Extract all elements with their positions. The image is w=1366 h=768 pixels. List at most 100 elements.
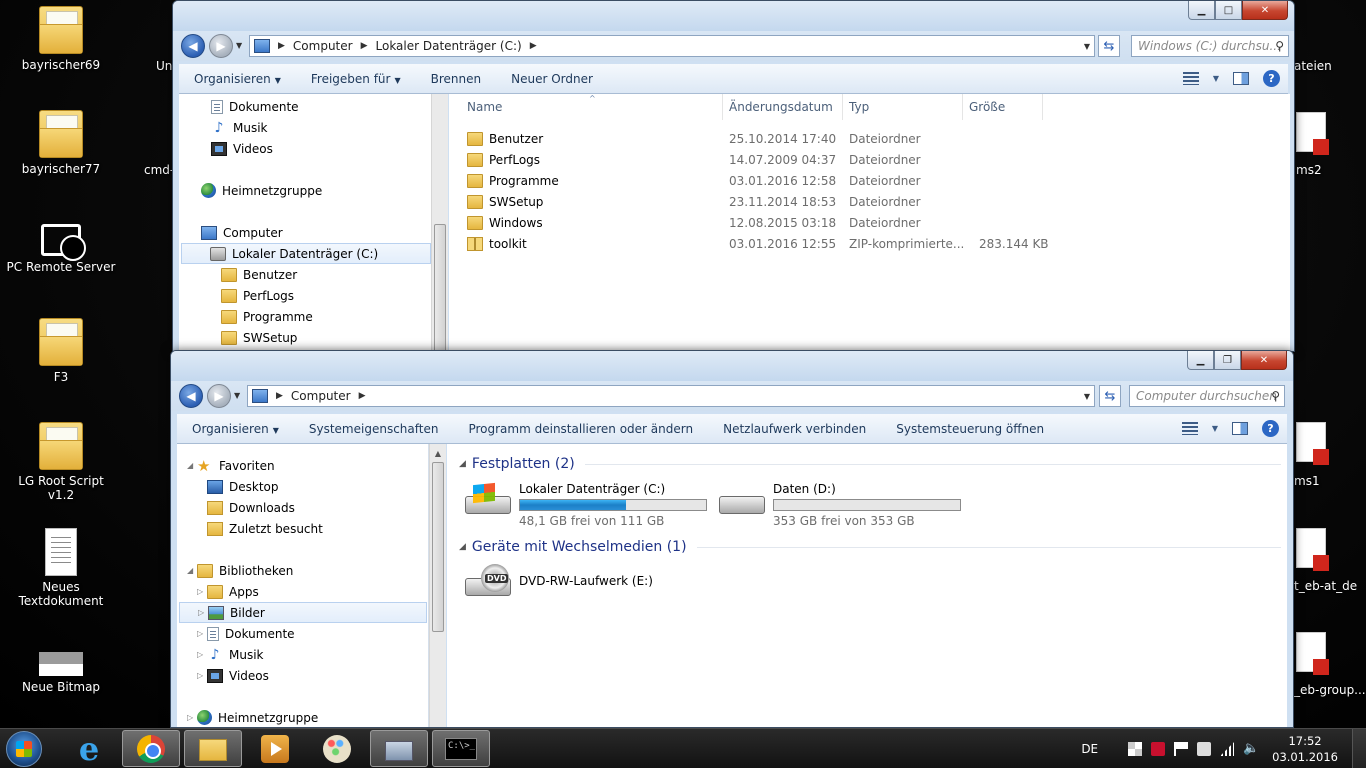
action-center-flag-icon[interactable]: [1174, 742, 1189, 756]
expand-arrow-icon[interactable]: ▷: [197, 671, 207, 680]
desktop-icon-neues-textdokument[interactable]: Neues Textdokument: [6, 528, 116, 608]
taskbar-media-player[interactable]: [246, 730, 304, 767]
collapse-arrow-icon[interactable]: ◢: [187, 566, 197, 575]
organize-button[interactable]: Organisieren ▼: [179, 72, 296, 86]
desktop-partial-label[interactable]: _eb-group...: [1294, 683, 1366, 697]
change-view-icon[interactable]: [1181, 422, 1198, 435]
tree-item-local-disk-c[interactable]: Lokaler Datenträger (C:): [181, 243, 431, 264]
column-header-date[interactable]: Änderungsdatum: [723, 94, 843, 120]
recent-pages-dropdown[interactable]: ▼: [234, 391, 240, 400]
tree-item-desktop[interactable]: Desktop: [207, 476, 279, 497]
breadcrumb-computer[interactable]: Computer: [291, 389, 351, 403]
tree-item-heimnetzgruppe[interactable]: ▷ Heimnetzgruppe: [187, 707, 318, 727]
column-header-size[interactable]: Größe: [963, 94, 1043, 120]
title-bar[interactable]: ▁ □ ✕: [173, 1, 1294, 31]
breadcrumb-separator[interactable]: ▶: [276, 391, 283, 401]
tree-item-videos[interactable]: Videos: [211, 138, 273, 159]
tree-item-musik[interactable]: ♪ Musik: [211, 117, 268, 138]
desktop-icon-f3[interactable]: F3: [6, 318, 116, 384]
explorer-window-drive-c[interactable]: ▁ □ ✕ ◀ ▶ ▼ ▶ Computer ▶ Lokaler Datentr…: [172, 0, 1295, 352]
breadcrumb-separator[interactable]: ▶: [359, 391, 366, 401]
desktop-partial-label[interactable]: cmd-: [144, 163, 174, 177]
tree-item-apps[interactable]: ▷ Apps: [197, 581, 259, 602]
scroll-up-arrow[interactable]: ▲: [430, 446, 446, 462]
expand-arrow-icon[interactable]: ▷: [187, 713, 197, 722]
scrollbar-thumb[interactable]: [434, 224, 446, 351]
help-icon[interactable]: ?: [1263, 70, 1280, 87]
taskbar-explorer[interactable]: [184, 730, 242, 767]
breadcrumb-drive-c[interactable]: Lokaler Datenträger (C:): [376, 39, 522, 53]
desktop-icon-lg-root-script[interactable]: LG Root Script v1.2: [6, 422, 116, 502]
breadcrumb-separator[interactable]: ▶: [278, 41, 285, 51]
change-view-icon[interactable]: [1182, 72, 1199, 85]
group-header-removable[interactable]: ◢ Geräte mit Wechselmedien (1): [459, 539, 1281, 555]
help-icon[interactable]: ?: [1262, 420, 1279, 437]
view-dropdown-icon[interactable]: ▼: [1213, 74, 1219, 83]
desktop-icon-neue-bitmap[interactable]: Neue Bitmap: [6, 632, 116, 694]
breadcrumb-separator[interactable]: ▶: [361, 41, 368, 51]
refresh-button[interactable]: ⇆: [1099, 385, 1121, 407]
map-network-drive-button[interactable]: Netzlaufwerk verbinden: [708, 422, 881, 436]
desktop-icon-bayrischer69[interactable]: bayrischer69: [6, 6, 116, 72]
drive-tile-c[interactable]: Lokaler Datenträger (C:) 48,1 GB frei vo…: [465, 482, 707, 528]
taskbar-chrome[interactable]: [122, 730, 180, 767]
scrollbar-thumb[interactable]: [432, 462, 444, 632]
minimize-button[interactable]: ▁: [1188, 1, 1215, 20]
language-indicator[interactable]: DE: [1081, 742, 1098, 756]
desktop-partial-label[interactable]: ateien: [1294, 59, 1332, 73]
explorer-window-computer[interactable]: ▁ ❐ ✕ ◀ ▶ ▼ ▶ Computer ▶ ▼ ⇆ Computer du…: [170, 350, 1294, 728]
table-row[interactable]: toolkit 03.01.2016 12:55 ZIP-komprimiert…: [449, 233, 1049, 254]
taskbar-internet-explorer[interactable]: e: [60, 730, 118, 767]
antivirus-icon[interactable]: [1151, 742, 1166, 756]
maximize-button[interactable]: □: [1215, 1, 1242, 20]
tree-item-bibliotheken[interactable]: ◢ Bibliotheken: [187, 560, 293, 581]
tree-item-programme[interactable]: Programme: [221, 306, 313, 327]
tree-item-downloads[interactable]: Downloads: [207, 497, 295, 518]
nav-pane-scrollbar[interactable]: [431, 94, 448, 351]
tree-item-benutzer[interactable]: Benutzer: [221, 264, 297, 285]
expand-arrow-icon[interactable]: ▷: [197, 650, 207, 659]
restore-button[interactable]: ❐: [1214, 351, 1241, 370]
breadcrumb-computer[interactable]: Computer: [293, 39, 353, 53]
nav-pane-scrollbar[interactable]: ▲: [429, 444, 446, 727]
breadcrumb-separator[interactable]: ▶: [530, 41, 537, 51]
group-header-hard-disks[interactable]: ◢ Festplatten (2): [459, 456, 1281, 472]
share-with-button[interactable]: Freigeben für ▼: [296, 72, 416, 86]
search-input[interactable]: Computer durchsuchen ⚲: [1129, 385, 1285, 407]
drive-tile-dvd[interactable]: DVD DVD-RW-Laufwerk (E:): [465, 564, 653, 598]
desktop-partial-label[interactable]: ms2: [1296, 163, 1322, 177]
back-button[interactable]: ◀: [179, 384, 203, 408]
start-button[interactable]: [6, 731, 42, 767]
uninstall-program-button[interactable]: Programm deinstallieren oder ändern: [453, 422, 708, 436]
preview-pane-icon[interactable]: [1232, 422, 1248, 435]
close-button[interactable]: ✕: [1242, 1, 1288, 20]
close-button[interactable]: ✕: [1241, 351, 1287, 370]
preview-pane-icon[interactable]: [1233, 72, 1249, 85]
new-folder-button[interactable]: Neuer Ordner: [496, 72, 608, 86]
burn-button[interactable]: Brennen: [416, 72, 496, 86]
desktop-partial-label[interactable]: ms1: [1294, 474, 1320, 488]
desktop-icon-bayrischer77[interactable]: bayrischer77: [6, 110, 116, 176]
expand-arrow-icon[interactable]: ▷: [197, 629, 207, 638]
tree-item-videos[interactable]: ▷ Videos: [197, 665, 269, 686]
address-bar[interactable]: ▶ Computer ▶ ▼: [247, 385, 1095, 407]
tree-item-perflogs[interactable]: PerfLogs: [221, 285, 294, 306]
table-row[interactable]: Programme 03.01.2016 12:58 Dateiordner: [449, 170, 1049, 191]
minimize-button[interactable]: ▁: [1187, 351, 1214, 370]
address-dropdown[interactable]: ▼: [1084, 42, 1090, 51]
clock[interactable]: 17:52 03.01.2016: [1272, 733, 1338, 765]
windows-update-icon[interactable]: [1128, 742, 1143, 756]
search-input[interactable]: Windows (C:) durchsu... ⚲: [1131, 35, 1289, 57]
desktop-partial-label[interactable]: Un: [156, 59, 172, 73]
desktop-partial-label[interactable]: t_eb-at_de: [1294, 579, 1357, 593]
column-header-type[interactable]: Typ: [843, 94, 963, 120]
tree-item-musik[interactable]: ▷ ♪ Musik: [197, 644, 264, 665]
tree-item-recent[interactable]: Zuletzt besucht: [207, 518, 323, 539]
pdf-file-icon[interactable]: [1296, 112, 1329, 155]
tree-item-dokumente[interactable]: Dokumente: [211, 96, 299, 117]
table-row[interactable]: SWSetup 23.11.2014 18:53 Dateiordner: [449, 191, 1049, 212]
collapse-arrow-icon[interactable]: ◢: [459, 542, 466, 552]
table-row[interactable]: Windows 12.08.2015 03:18 Dateiordner: [449, 212, 1049, 233]
system-properties-button[interactable]: Systemeigenschaften: [294, 422, 454, 436]
table-row[interactable]: Benutzer 25.10.2014 17:40 Dateiordner: [449, 128, 1049, 149]
